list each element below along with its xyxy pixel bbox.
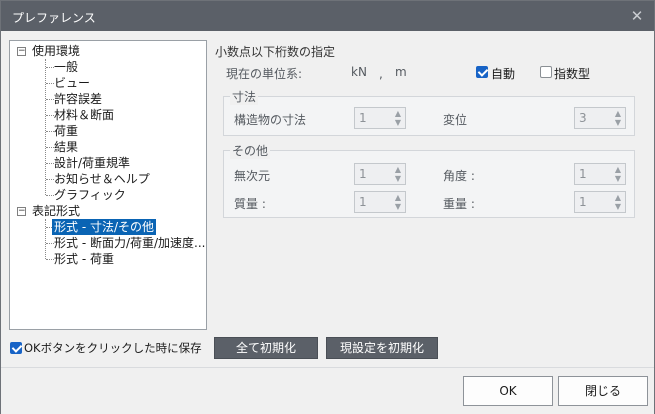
- auto-label: 自動: [491, 67, 516, 81]
- panel-heading: 小数点以下桁数の指定: [215, 45, 336, 59]
- spinner-down-icon[interactable]: ▼: [613, 174, 623, 183]
- tree-node-result[interactable]: 結果: [54, 139, 78, 155]
- spinner-down-icon[interactable]: ▼: [393, 174, 403, 183]
- angle-label: 角度 :: [443, 169, 475, 183]
- tree-node-format-dimension[interactable]: 形式 - 寸法/その他: [52, 219, 157, 235]
- tree-node-tolerance[interactable]: 許容誤差: [54, 91, 102, 107]
- tree-node-material-section[interactable]: 材料＆断面: [54, 107, 114, 123]
- tree-branch: [46, 67, 54, 68]
- spinner-up-icon[interactable]: ▲: [613, 109, 623, 118]
- unit-separator: ,: [379, 67, 383, 81]
- close-button[interactable]: 閉じる: [558, 376, 648, 406]
- save-on-ok-checkbox[interactable]: [10, 342, 22, 354]
- window-title: プレファレンス: [12, 11, 96, 25]
- tree-node-view[interactable]: ビュー: [54, 75, 90, 91]
- mass-value: 1: [359, 195, 367, 209]
- tree-node-notice-help[interactable]: お知らせ＆ヘルプ: [54, 171, 150, 187]
- other-group-title: その他: [230, 142, 271, 159]
- tree-branch: [46, 195, 54, 196]
- spinner-up-icon[interactable]: ▲: [393, 109, 403, 118]
- settings-tree[interactable]: − 使用環境 一般 ビュー 許容誤差 材料＆断面 荷重 結果 設計/荷重規準 お…: [9, 40, 207, 330]
- reset-all-button[interactable]: 全て初期化: [214, 337, 318, 359]
- close-icon[interactable]: ✕: [629, 8, 645, 24]
- tree-guide-line: [45, 59, 46, 195]
- spinner-up-icon[interactable]: ▲: [393, 165, 403, 174]
- auto-checkbox[interactable]: [476, 66, 488, 78]
- spinner-up-icon[interactable]: ▲: [393, 193, 403, 202]
- preferences-dialog: プレファレンス ✕ − 使用環境 一般 ビュー 許容誤差 材料＆断面 荷重 結果…: [0, 0, 655, 414]
- spinner-down-icon[interactable]: ▼: [613, 118, 623, 127]
- displacement-label: 変位: [443, 113, 468, 127]
- spinner-down-icon[interactable]: ▼: [393, 202, 403, 211]
- tree-node-load[interactable]: 荷重: [54, 123, 78, 139]
- structure-dimension-label: 構造物の寸法: [234, 113, 307, 127]
- tree-branch: [46, 147, 54, 148]
- tree-node-design-code[interactable]: 設計/荷重規準: [54, 155, 130, 171]
- dimensionless-value: 1: [359, 167, 367, 181]
- exponent-label: 指数型: [554, 67, 591, 81]
- reset-current-button[interactable]: 現設定を初期化: [326, 337, 438, 359]
- structure-dimension-spinner[interactable]: 1 ▲ ▼: [354, 107, 406, 129]
- collapse-icon[interactable]: −: [17, 207, 26, 216]
- tree-branch: [46, 243, 54, 244]
- dimensionless-label: 無次元: [234, 169, 271, 183]
- tree-node-usage-environment[interactable]: 使用環境: [32, 43, 80, 59]
- tree-node-graphic[interactable]: グラフィック: [54, 187, 126, 203]
- unit-length: m: [395, 65, 407, 79]
- tree-branch: [46, 83, 54, 84]
- tree-branch: [46, 179, 54, 180]
- collapse-icon[interactable]: −: [17, 47, 26, 56]
- tree-node-notation-format[interactable]: 表記形式: [32, 203, 80, 219]
- tree-node-format-force[interactable]: 形式 - 断面力/荷重/加速度...: [54, 235, 206, 251]
- unit-force: kN: [351, 65, 367, 79]
- tree-node-format-load[interactable]: 形式 - 荷重: [54, 251, 114, 267]
- weight-spinner[interactable]: 1 ▲ ▼: [574, 191, 626, 213]
- weight-value: 1: [579, 195, 587, 209]
- tree-branch: [46, 259, 54, 260]
- unit-system-label: 現在の単位系:: [226, 67, 303, 81]
- tree-node-general[interactable]: 一般: [54, 59, 78, 75]
- tree-branch: [46, 99, 54, 100]
- ok-button[interactable]: OK: [463, 376, 553, 406]
- displacement-value: 3: [579, 111, 587, 125]
- dimensionless-spinner[interactable]: 1 ▲ ▼: [354, 163, 406, 185]
- structure-dimension-value: 1: [359, 111, 367, 125]
- exponent-checkbox[interactable]: [540, 66, 552, 78]
- angle-spinner[interactable]: 1 ▲ ▼: [574, 163, 626, 185]
- tree-branch: [46, 115, 54, 116]
- save-on-ok-label: OKボタンをクリックした時に保存: [24, 341, 202, 355]
- spinner-down-icon[interactable]: ▼: [393, 118, 403, 127]
- dimension-group-title: 寸法: [230, 88, 259, 105]
- dialog-footer: [1, 367, 654, 414]
- weight-label: 重量 :: [443, 197, 475, 211]
- tree-guide-line: [45, 219, 46, 259]
- angle-value: 1: [579, 167, 587, 181]
- mass-spinner[interactable]: 1 ▲ ▼: [354, 191, 406, 213]
- spinner-up-icon[interactable]: ▲: [613, 165, 623, 174]
- title-bar: プレファレンス ✕: [1, 1, 654, 31]
- spinner-up-icon[interactable]: ▲: [613, 193, 623, 202]
- spinner-down-icon[interactable]: ▼: [613, 202, 623, 211]
- displacement-spinner[interactable]: 3 ▲ ▼: [574, 107, 626, 129]
- tree-branch: [46, 131, 54, 132]
- tree-branch: [46, 163, 54, 164]
- mass-label: 質量 :: [234, 197, 266, 211]
